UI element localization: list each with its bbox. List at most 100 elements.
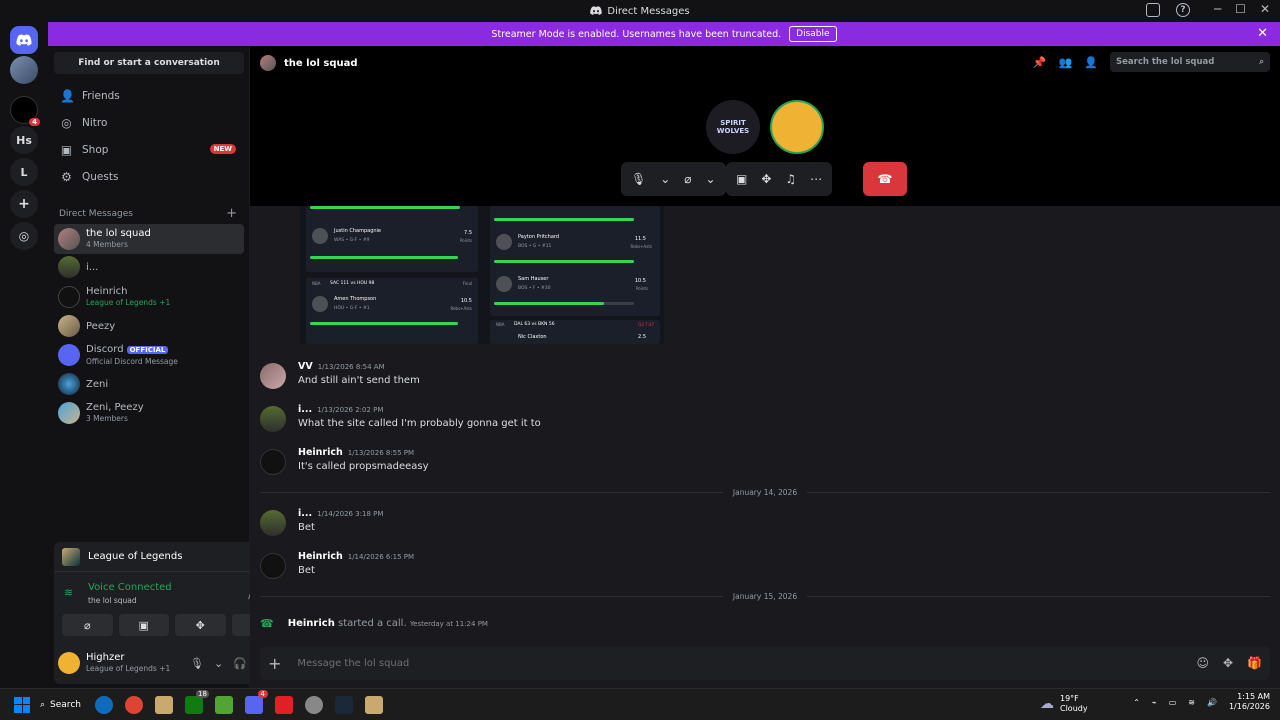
inbox-icon[interactable] [1146,3,1160,17]
add-friends-icon[interactable]: 👥 [1059,56,1073,69]
xbox-icon[interactable]: 18 [184,689,209,714]
add-attachment-icon[interactable]: + [268,654,281,673]
home-button[interactable] [10,26,38,54]
dm-item-zeni-peezy[interactable]: Zeni, Peezy 3 Members [54,398,244,428]
participant-avatar[interactable]: SPIRIT WOLVES [706,100,760,154]
league-icon[interactable] [154,695,173,714]
chevron-down-icon[interactable]: ⌄ [660,172,670,186]
progress-bar [494,218,634,221]
soundboard-icon[interactable]: ♫ [785,172,796,186]
mic-icon[interactable]: 🎙 [631,172,646,186]
create-dm-icon[interactable]: + [226,206,237,221]
activities-button[interactable]: ✥ [175,614,226,636]
emoji-icon[interactable]: ☺ [1196,656,1209,670]
author-name[interactable]: Heinrich [298,447,343,458]
riot-icon[interactable] [274,695,293,714]
participant-avatar-text: SPIRIT WOLVES [716,119,750,135]
author-avatar[interactable] [260,406,286,432]
progress-bar [310,322,458,325]
display-icon[interactable]: ▭ [1169,698,1177,707]
author-avatar[interactable] [260,553,286,579]
dm-sub: 3 Members [86,414,128,423]
author-name[interactable]: VV [298,361,313,372]
mic-icon[interactable]: 🎙 [190,657,204,670]
settings-app-icon[interactable] [304,695,323,714]
volume-icon[interactable]: 🔊 [1207,698,1217,707]
network-icon[interactable]: ⌁ [1152,698,1157,707]
disable-button[interactable]: Disable [789,26,837,42]
call-author[interactable]: Heinrich [288,618,335,629]
wifi-icon[interactable]: ≋ [1188,698,1195,707]
find-conversation-input[interactable]: Find or start a conversation [54,52,244,74]
nav-shop[interactable]: ▣ Shop NEW [54,138,244,162]
discord-taskbar-icon[interactable]: 4 [244,689,268,714]
headset-icon[interactable]: 🎧 [233,657,247,670]
friends-icon: 👤 [60,88,75,103]
chevron-up-icon[interactable]: ⌃ [1133,698,1140,707]
user-avatar [58,652,80,674]
maximize-button[interactable]: ☐ [1235,2,1246,16]
dm-item-zeni[interactable]: Zeni [54,369,244,399]
author-name[interactable]: i... [298,508,312,519]
dm-item-peezy[interactable]: Peezy [54,311,244,341]
add-server-icon[interactable]: + [10,190,38,218]
members-icon[interactable]: 👤 [1084,56,1098,69]
stat-card: Payton Pritchard BOS • G • #11 11.5 Rebs… [490,206,660,316]
screen-share-button[interactable]: ▣ [118,614,169,636]
chevron-down-icon[interactable]: ⌄ [214,657,223,670]
weather-desc: Cloudy [1060,704,1088,713]
league-client-icon[interactable] [364,695,383,714]
screen-share-icon[interactable]: ▣ [736,172,747,186]
message-input[interactable]: + Message the lol squad ☺ ✥ 🎁 [260,646,1270,680]
dm-item-discord[interactable]: Discord OFFICIAL Official Discord Message [54,340,244,370]
share-controls: ▣ ✥ ♫ ⋯ [726,162,833,196]
taskbar: ⌕ Search 18 4 ☁ 19°F Cloudy ⌃ ⌁ ▭ ≋ 🔊 1:… [0,688,1280,720]
player-name: Amen Thompson [334,296,377,302]
steam-icon[interactable] [334,695,353,714]
minimize-button[interactable]: ─ [1214,2,1221,16]
server-hs[interactable]: Hs [10,126,38,154]
nav-quests[interactable]: ⚙ Quests [54,165,244,189]
dm-item-the-lol-squad[interactable]: the lol squad 4 Members [54,224,244,254]
camera-off-icon[interactable]: ⌀ [684,172,691,186]
call-time: Yesterday at 11:24 PM [409,620,488,628]
camera-off-button[interactable]: ⌀ [62,614,113,636]
server-l[interactable]: L [10,158,38,186]
discover-icon[interactable]: ◎ [10,222,38,250]
server-avatar[interactable] [10,56,38,84]
stats-image[interactable]: Justin Champagnie WAS • G-F • #9 7.5 Poi… [300,206,664,344]
edge-icon[interactable] [94,695,113,714]
channel-search-input[interactable]: Search the lol squad ⌕ [1110,52,1270,72]
windows-start-icon[interactable] [14,696,30,713]
server-notif-badge: 4 [29,118,40,126]
taskbar-search[interactable]: ⌕ Search [40,700,81,710]
minecraft-icon[interactable] [214,695,233,714]
dm-item-heinrich[interactable]: Heinrich League of Legends +1 [54,282,244,312]
gift-icon[interactable]: 🎁 [1247,656,1262,670]
apps-icon[interactable]: ✥ [1223,656,1233,670]
author-name[interactable]: Heinrich [298,551,343,562]
author-avatar[interactable] [260,449,286,475]
player-avatar [496,234,512,250]
more-icon[interactable]: ⋯ [810,172,822,186]
dm-item-i[interactable]: i... [54,252,244,282]
participant-avatar[interactable] [770,100,824,154]
hangup-button[interactable]: ☎ [863,162,907,196]
author-avatar[interactable] [260,363,286,389]
clock[interactable]: 1:15 AM 1/16/2026 [1229,692,1270,712]
author-avatar[interactable] [260,510,286,536]
chrome-icon[interactable] [124,695,143,714]
nav-friends[interactable]: 👤 Friends [54,84,244,108]
activities-icon[interactable]: ✥ [761,172,771,186]
server-icon[interactable]: 4 [10,96,40,126]
nav-nitro[interactable]: ◎ Nitro [54,111,244,135]
weather-widget[interactable]: ☁ 19°F Cloudy [1040,694,1088,714]
author-name[interactable]: i... [298,404,312,415]
help-icon[interactable]: ? [1176,3,1190,17]
player-avatar [496,276,512,292]
close-banner-icon[interactable]: ✕ [1257,26,1268,41]
player-team: WAS • G-F • #9 [334,238,370,243]
pin-icon[interactable]: 📌 [1033,56,1047,69]
chevron-down-icon[interactable]: ⌄ [706,172,716,186]
close-window-button[interactable]: ✕ [1260,2,1270,16]
